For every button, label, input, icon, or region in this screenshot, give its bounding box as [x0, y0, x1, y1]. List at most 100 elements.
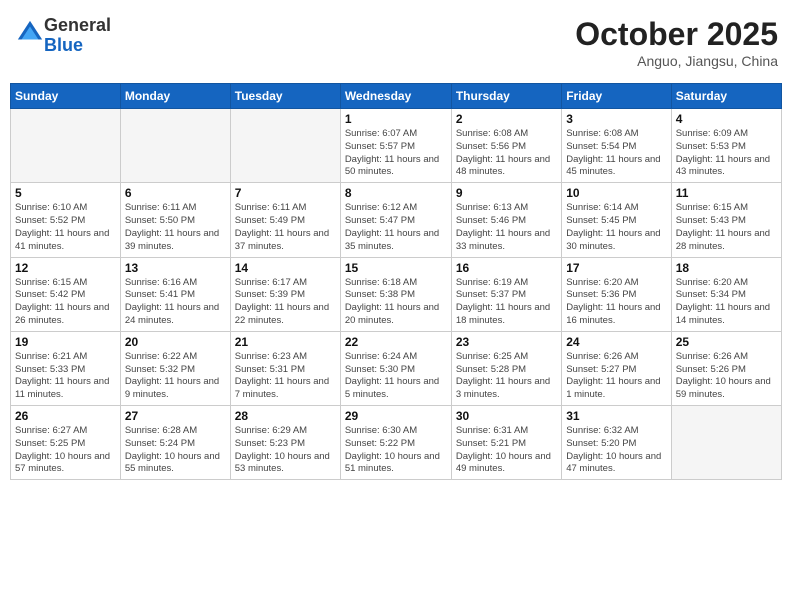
calendar-day-cell: 29 Sunrise: 6:30 AM Sunset: 5:22 PM Dayli… — [340, 406, 451, 480]
calendar-day-cell: 27 Sunrise: 6:28 AM Sunset: 5:24 PM Dayli… — [120, 406, 230, 480]
day-info: Sunrise: 6:25 AM Sunset: 5:28 PM Dayligh… — [456, 351, 557, 402]
calendar-day-cell — [120, 109, 230, 183]
calendar-table: SundayMondayTuesdayWednesdayThursdayFrid… — [10, 83, 782, 480]
day-info: Sunrise: 6:16 AM Sunset: 5:41 PM Dayligh… — [125, 277, 226, 328]
day-number: 16 — [456, 261, 557, 275]
calendar-day-cell: 4 Sunrise: 6:09 AM Sunset: 5:53 PM Daylig… — [671, 109, 781, 183]
day-number: 26 — [15, 409, 116, 423]
day-info: Sunrise: 6:14 AM Sunset: 5:45 PM Dayligh… — [566, 202, 666, 253]
month-title: October 2025 — [575, 16, 778, 53]
day-info: Sunrise: 6:27 AM Sunset: 5:25 PM Dayligh… — [15, 425, 116, 476]
day-info: Sunrise: 6:22 AM Sunset: 5:32 PM Dayligh… — [125, 351, 226, 402]
calendar-day-cell: 8 Sunrise: 6:12 AM Sunset: 5:47 PM Daylig… — [340, 183, 451, 257]
calendar-day-cell: 2Sunrise: 6:08 AM Sunset: 5:56 PM Daylig… — [451, 109, 561, 183]
calendar-day-cell: 15 Sunrise: 6:18 AM Sunset: 5:38 PM Dayli… — [340, 257, 451, 331]
day-info: Sunrise: 6:28 AM Sunset: 5:24 PM Dayligh… — [125, 425, 226, 476]
day-number: 27 — [125, 409, 226, 423]
day-number: 25 — [676, 335, 777, 349]
calendar-day-cell: 26 Sunrise: 6:27 AM Sunset: 5:25 PM Dayli… — [11, 406, 121, 480]
calendar-week-row: 12Sunrise: 6:15 AM Sunset: 5:42 PM Dayli… — [11, 257, 782, 331]
calendar-day-cell: 11 Sunrise: 6:15 AM Sunset: 5:43 PM Dayli… — [671, 183, 781, 257]
calendar-day-cell: 31Sunrise: 6:32 AM Sunset: 5:20 PM Dayli… — [562, 406, 671, 480]
calendar-header-row: SundayMondayTuesdayWednesdayThursdayFrid… — [11, 84, 782, 109]
day-number: 21 — [235, 335, 336, 349]
calendar-day-cell: 10 Sunrise: 6:14 AM Sunset: 5:45 PM Dayli… — [562, 183, 671, 257]
day-of-week-header: Sunday — [11, 84, 121, 109]
calendar-day-cell: 23 Sunrise: 6:25 AM Sunset: 5:28 PM Dayli… — [451, 331, 561, 405]
day-number: 24 — [566, 335, 666, 349]
page-header: General Blue October 2025 Anguo, Jiangsu… — [10, 10, 782, 75]
day-number: 28 — [235, 409, 336, 423]
calendar-day-cell: 25 Sunrise: 6:26 AM Sunset: 5:26 PM Dayli… — [671, 331, 781, 405]
day-info: Sunrise: 6:30 AM Sunset: 5:22 PM Dayligh… — [345, 425, 447, 476]
calendar-day-cell: 30Sunrise: 6:31 AM Sunset: 5:21 PM Dayli… — [451, 406, 561, 480]
day-info: Sunrise: 6:17 AM Sunset: 5:39 PM Dayligh… — [235, 277, 336, 328]
calendar-day-cell: 24 Sunrise: 6:26 AM Sunset: 5:27 PM Dayli… — [562, 331, 671, 405]
calendar-day-cell: 16 Sunrise: 6:19 AM Sunset: 5:37 PM Dayli… — [451, 257, 561, 331]
day-of-week-header: Tuesday — [230, 84, 340, 109]
day-number: 12 — [15, 261, 116, 275]
title-section: October 2025 Anguo, Jiangsu, China — [575, 16, 778, 69]
calendar-day-cell: 13 Sunrise: 6:16 AM Sunset: 5:41 PM Dayli… — [120, 257, 230, 331]
day-number: 1 — [345, 112, 447, 126]
calendar-day-cell: 21 Sunrise: 6:23 AM Sunset: 5:31 PM Dayli… — [230, 331, 340, 405]
day-info: Sunrise: 6:18 AM Sunset: 5:38 PM Dayligh… — [345, 277, 447, 328]
day-number: 2 — [456, 112, 557, 126]
day-info: Sunrise: 6:07 AM Sunset: 5:57 PM Dayligh… — [345, 128, 447, 179]
calendar-week-row: 26 Sunrise: 6:27 AM Sunset: 5:25 PM Dayli… — [11, 406, 782, 480]
day-info: Sunrise: 6:10 AM Sunset: 5:52 PM Dayligh… — [15, 202, 116, 253]
day-info: Sunrise: 6:12 AM Sunset: 5:47 PM Dayligh… — [345, 202, 447, 253]
day-number: 23 — [456, 335, 557, 349]
day-number: 20 — [125, 335, 226, 349]
day-number: 11 — [676, 186, 777, 200]
day-number: 3 — [566, 112, 666, 126]
calendar-week-row: 1 Sunrise: 6:07 AM Sunset: 5:57 PM Daylig… — [11, 109, 782, 183]
calendar-day-cell: 18 Sunrise: 6:20 AM Sunset: 5:34 PM Dayli… — [671, 257, 781, 331]
day-number: 19 — [15, 335, 116, 349]
calendar-day-cell: 6Sunrise: 6:11 AM Sunset: 5:50 PM Daylig… — [120, 183, 230, 257]
calendar-day-cell: 28 Sunrise: 6:29 AM Sunset: 5:23 PM Dayli… — [230, 406, 340, 480]
day-info: Sunrise: 6:23 AM Sunset: 5:31 PM Dayligh… — [235, 351, 336, 402]
day-number: 17 — [566, 261, 666, 275]
day-number: 13 — [125, 261, 226, 275]
calendar-day-cell: 14Sunrise: 6:17 AM Sunset: 5:39 PM Dayli… — [230, 257, 340, 331]
day-number: 8 — [345, 186, 447, 200]
day-number: 18 — [676, 261, 777, 275]
day-number: 29 — [345, 409, 447, 423]
day-number: 31 — [566, 409, 666, 423]
day-number: 5 — [15, 186, 116, 200]
day-of-week-header: Thursday — [451, 84, 561, 109]
calendar-day-cell: 1 Sunrise: 6:07 AM Sunset: 5:57 PM Daylig… — [340, 109, 451, 183]
calendar-day-cell: 12Sunrise: 6:15 AM Sunset: 5:42 PM Dayli… — [11, 257, 121, 331]
calendar-day-cell: 9 Sunrise: 6:13 AM Sunset: 5:46 PM Daylig… — [451, 183, 561, 257]
calendar-day-cell: 20 Sunrise: 6:22 AM Sunset: 5:32 PM Dayli… — [120, 331, 230, 405]
day-info: Sunrise: 6:11 AM Sunset: 5:50 PM Dayligh… — [125, 202, 226, 253]
day-info: Sunrise: 6:09 AM Sunset: 5:53 PM Dayligh… — [676, 128, 777, 179]
day-number: 10 — [566, 186, 666, 200]
day-info: Sunrise: 6:08 AM Sunset: 5:54 PM Dayligh… — [566, 128, 666, 179]
calendar-day-cell: 17 Sunrise: 6:20 AM Sunset: 5:36 PM Dayli… — [562, 257, 671, 331]
calendar-day-cell: 5 Sunrise: 6:10 AM Sunset: 5:52 PM Daylig… — [11, 183, 121, 257]
location: Anguo, Jiangsu, China — [575, 53, 778, 69]
day-info: Sunrise: 6:21 AM Sunset: 5:33 PM Dayligh… — [15, 351, 116, 402]
day-info: Sunrise: 6:19 AM Sunset: 5:37 PM Dayligh… — [456, 277, 557, 328]
day-info: Sunrise: 6:15 AM Sunset: 5:43 PM Dayligh… — [676, 202, 777, 253]
day-number: 4 — [676, 112, 777, 126]
logo-blue-text: Blue — [44, 35, 83, 55]
calendar-day-cell: 3 Sunrise: 6:08 AM Sunset: 5:54 PM Daylig… — [562, 109, 671, 183]
day-info: Sunrise: 6:29 AM Sunset: 5:23 PM Dayligh… — [235, 425, 336, 476]
day-info: Sunrise: 6:20 AM Sunset: 5:36 PM Dayligh… — [566, 277, 666, 328]
day-info: Sunrise: 6:11 AM Sunset: 5:49 PM Dayligh… — [235, 202, 336, 253]
day-info: Sunrise: 6:26 AM Sunset: 5:26 PM Dayligh… — [676, 351, 777, 402]
calendar-week-row: 5 Sunrise: 6:10 AM Sunset: 5:52 PM Daylig… — [11, 183, 782, 257]
day-of-week-header: Saturday — [671, 84, 781, 109]
day-info: Sunrise: 6:20 AM Sunset: 5:34 PM Dayligh… — [676, 277, 777, 328]
day-info: Sunrise: 6:26 AM Sunset: 5:27 PM Dayligh… — [566, 351, 666, 402]
day-info: Sunrise: 6:13 AM Sunset: 5:46 PM Dayligh… — [456, 202, 557, 253]
day-number: 15 — [345, 261, 447, 275]
logo-icon — [16, 19, 44, 47]
logo-general-text: General — [44, 15, 111, 35]
day-number: 9 — [456, 186, 557, 200]
day-of-week-header: Friday — [562, 84, 671, 109]
day-number: 22 — [345, 335, 447, 349]
